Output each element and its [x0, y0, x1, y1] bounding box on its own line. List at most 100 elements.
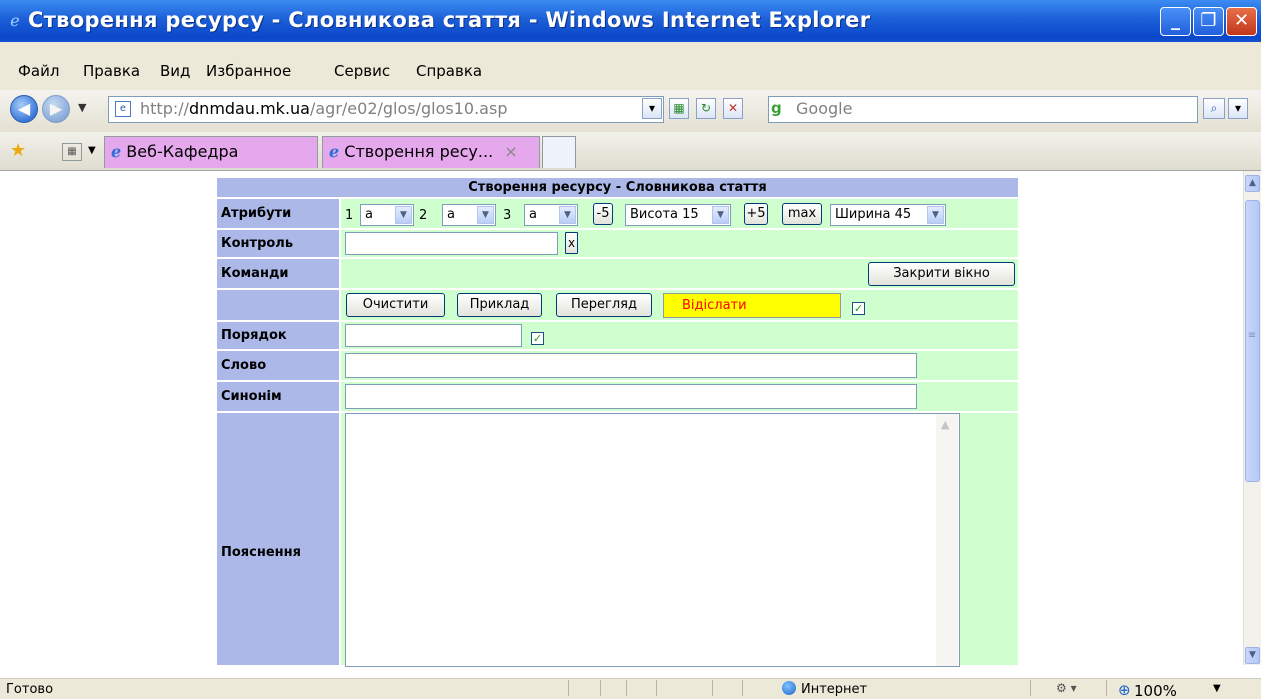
- internet-globe-icon: [782, 681, 796, 695]
- favorites-star-icon[interactable]: ★: [10, 140, 26, 161]
- grip-icon: ≡: [1247, 330, 1257, 341]
- history-dropdown-icon[interactable]: ▼: [78, 101, 86, 114]
- send-checkbox[interactable]: ✓: [852, 302, 865, 315]
- protected-mode-icon[interactable]: ⚙ ▾: [1056, 681, 1077, 695]
- height-select[interactable]: Висота 15 ▼: [625, 204, 731, 226]
- menu-favorites[interactable]: Избранное: [206, 62, 291, 80]
- search-options-icon[interactable]: ▾: [1228, 98, 1248, 119]
- attr-value-1: a: [365, 207, 373, 222]
- address-dropdown-icon[interactable]: ▾: [642, 98, 662, 119]
- new-tab-button[interactable]: [542, 136, 576, 168]
- max-button[interactable]: max: [782, 203, 822, 225]
- tab-active[interactable]: ℯ Створення ресу... ×: [322, 136, 540, 168]
- width-value: Ширина 45: [835, 207, 912, 222]
- status-divider: [742, 680, 743, 696]
- label-attributes: Атрибути: [217, 199, 339, 228]
- status-divider: [712, 680, 713, 696]
- menu-tools[interactable]: Сервис: [334, 62, 390, 80]
- back-icon[interactable]: ◀: [10, 95, 38, 123]
- window-title: Створення ресурсу - Словникова стаття - …: [28, 8, 871, 32]
- attr-num-3: 3: [503, 208, 512, 223]
- zoom-level[interactable]: 100%: [1134, 682, 1177, 700]
- attr-num-1: 1: [345, 208, 354, 223]
- search-icon[interactable]: ⌕: [1203, 98, 1225, 119]
- label-synonym: Синонім: [217, 382, 339, 411]
- status-divider: [1030, 680, 1031, 696]
- chevron-down-icon: ▼: [927, 206, 944, 224]
- address-url: http://dnmdau.mk.ua/agr/e02/glos/glos10.…: [140, 99, 508, 118]
- order-checkbox[interactable]: ✓: [531, 332, 544, 345]
- scroll-down-icon[interactable]: ▼: [1245, 647, 1260, 664]
- ie-logo-icon: ℯ: [10, 11, 20, 30]
- attr-num-2: 2: [419, 208, 428, 223]
- scroll-up-icon[interactable]: ▲: [1245, 175, 1260, 192]
- form-title: Створення ресурсу - Словникова стаття: [217, 178, 1018, 197]
- compatibility-icon[interactable]: ▦: [669, 98, 689, 119]
- zoom-icon[interactable]: ⊕: [1118, 681, 1131, 699]
- page-icon: e: [115, 101, 131, 117]
- status-divider: [626, 680, 627, 696]
- label-explanation: Пояснення: [217, 413, 339, 665]
- close-button[interactable]: ✕: [1226, 7, 1257, 36]
- menu-view[interactable]: Вид: [160, 62, 190, 80]
- textarea-scrollbar[interactable]: [936, 414, 958, 666]
- preview-button[interactable]: Перегляд: [556, 293, 652, 317]
- label-word: Слово: [217, 351, 339, 380]
- menu-edit[interactable]: Правка: [83, 62, 140, 80]
- refresh-icon[interactable]: ↻: [696, 98, 716, 119]
- google-logo-icon: g: [771, 99, 782, 117]
- menu-file[interactable]: Файл: [18, 62, 59, 80]
- clear-button[interactable]: Очистити: [346, 293, 445, 317]
- word-input[interactable]: [345, 353, 917, 378]
- maximize-button[interactable]: ❐: [1193, 7, 1224, 36]
- zoom-dropdown-icon[interactable]: ▼: [1213, 683, 1221, 694]
- control-clear-button[interactable]: x: [565, 232, 578, 254]
- tab-close-icon[interactable]: ×: [504, 142, 517, 161]
- scroll-up-icon[interactable]: ▲: [941, 418, 949, 431]
- status-text: Готово: [6, 682, 54, 697]
- scrollbar-thumb[interactable]: [1245, 200, 1260, 482]
- status-divider: [656, 680, 657, 696]
- synonym-input[interactable]: [345, 384, 917, 409]
- attr-value-2: a: [447, 207, 455, 222]
- menu-help[interactable]: Справка: [416, 62, 482, 80]
- ie-tab-icon: ℯ: [111, 142, 122, 161]
- label-commands: Команди: [217, 259, 339, 288]
- attr-select-1[interactable]: a ▼: [360, 204, 414, 226]
- close-window-button[interactable]: Закрити вікно: [868, 262, 1015, 286]
- chevron-down-icon: ▼: [712, 206, 729, 224]
- chevron-down-icon: ▼: [477, 206, 494, 224]
- zone-text: Интернет: [801, 682, 868, 697]
- search-placeholder: Google: [796, 99, 853, 118]
- status-divider: [568, 680, 569, 696]
- status-divider: [600, 680, 601, 696]
- forward-icon[interactable]: ▶: [42, 95, 70, 123]
- tab-label: Веб-Кафедра: [126, 142, 239, 161]
- attr-select-3[interactable]: a ▼: [524, 204, 578, 226]
- height-value: Висота 15: [630, 207, 699, 222]
- chevron-down-icon: ▼: [559, 206, 576, 224]
- label-empty: [217, 290, 339, 320]
- tab-label: Створення ресу...: [344, 142, 494, 161]
- plus5-button[interactable]: +5: [744, 203, 768, 225]
- label-order: Порядок: [217, 322, 339, 349]
- control-input[interactable]: [345, 232, 558, 255]
- ie-tab-icon: ℯ: [329, 142, 340, 161]
- stop-icon[interactable]: ✕: [723, 98, 743, 119]
- minimize-button[interactable]: _: [1160, 7, 1191, 36]
- tab-list-icon[interactable]: ▼: [88, 145, 96, 156]
- width-select[interactable]: Ширина 45 ▼: [830, 204, 946, 226]
- attr-select-2[interactable]: a ▼: [442, 204, 496, 226]
- label-control: Контроль: [217, 230, 339, 257]
- order-input[interactable]: [345, 324, 522, 347]
- attr-value-3: a: [529, 207, 537, 222]
- status-divider: [1106, 680, 1107, 696]
- example-button[interactable]: Приклад: [457, 293, 542, 317]
- chevron-down-icon: ▼: [395, 206, 412, 224]
- title-bar[interactable]: ℯ Створення ресурсу - Словникова стаття …: [0, 0, 1261, 42]
- tab-web-kafedra[interactable]: ℯ Веб-Кафедра: [104, 136, 318, 168]
- send-button[interactable]: Відіслати: [663, 293, 841, 318]
- quick-tabs-icon[interactable]: ▦: [62, 143, 82, 161]
- minus5-button[interactable]: -5: [593, 203, 613, 225]
- explanation-textarea[interactable]: [345, 413, 960, 667]
